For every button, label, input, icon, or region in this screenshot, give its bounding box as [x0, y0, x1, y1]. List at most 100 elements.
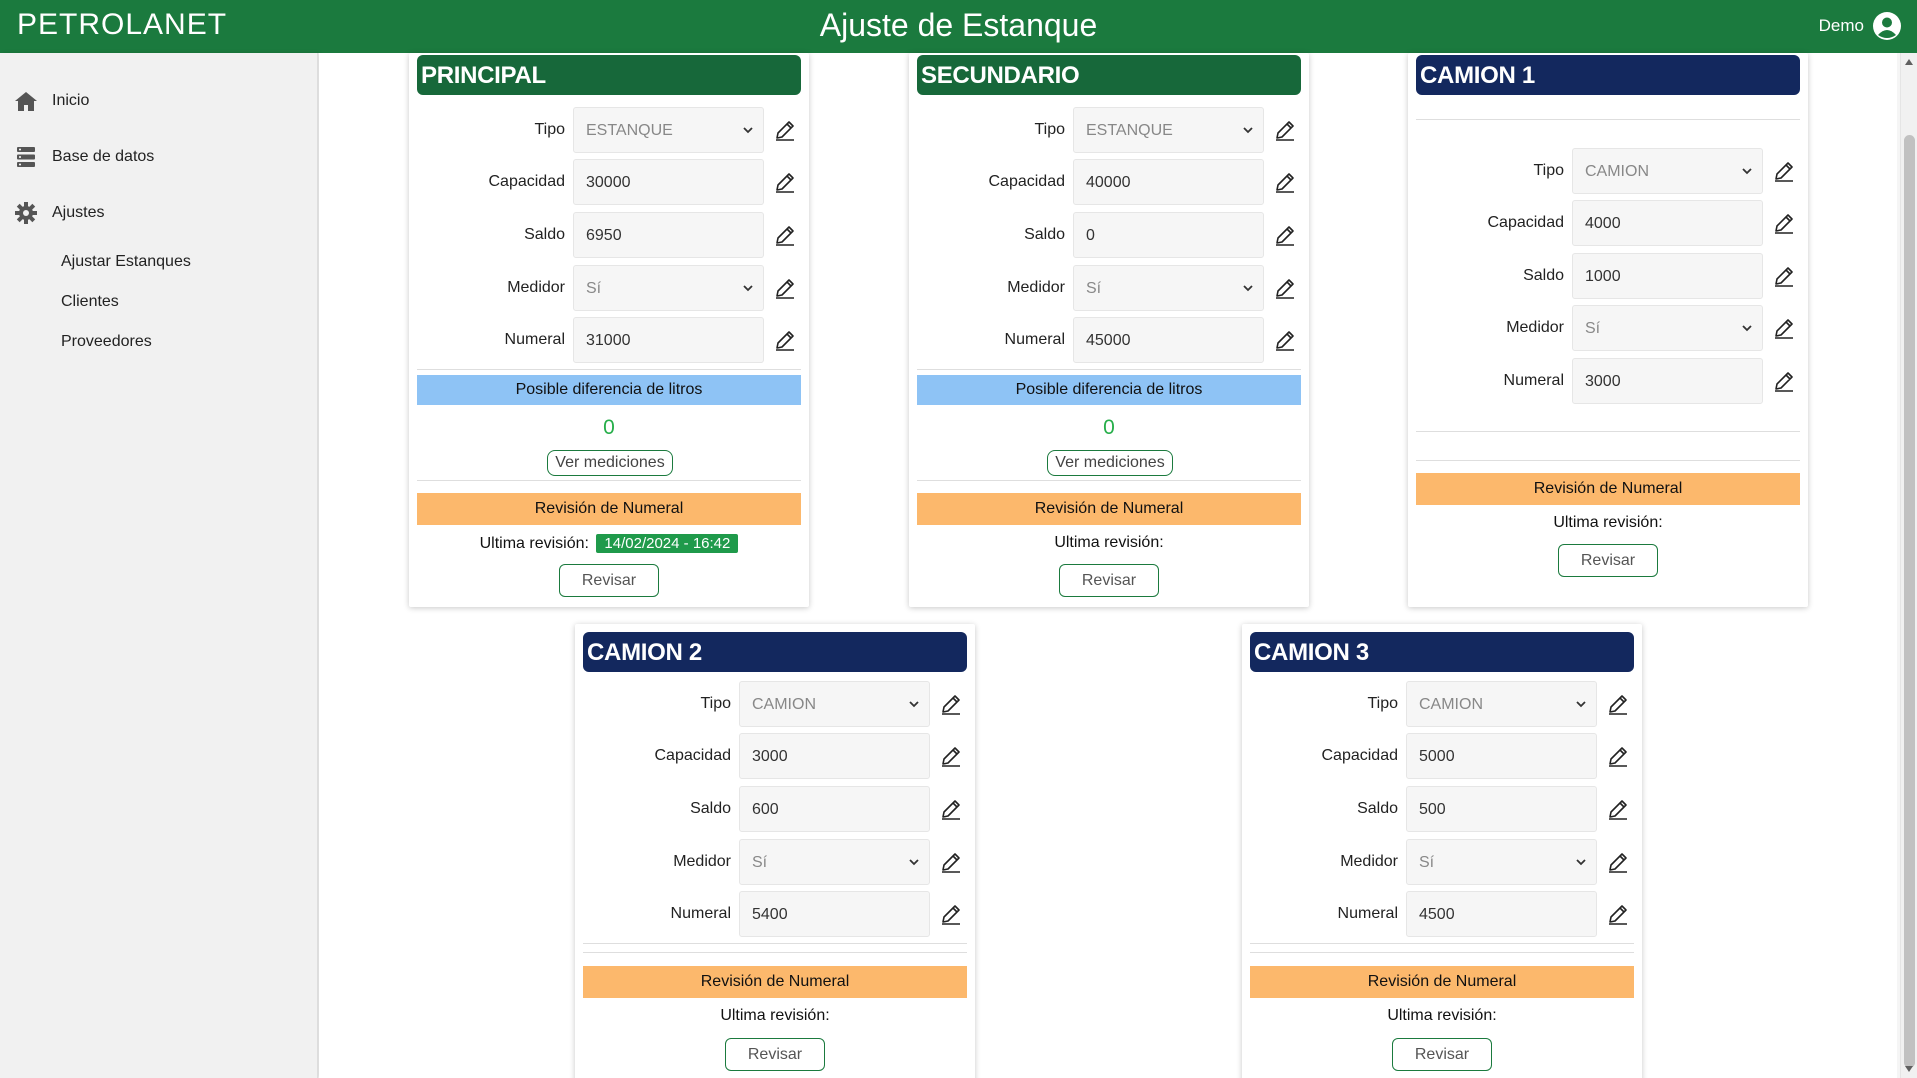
- divider: [917, 369, 1301, 370]
- capacidad-input[interactable]: 3000: [739, 733, 930, 779]
- scrollbar-thumb[interactable]: [1904, 135, 1915, 1068]
- edit-pencil-icon[interactable]: [940, 693, 962, 715]
- capacidad-label: Capacidad: [488, 173, 566, 190]
- tipo-label: Tipo: [700, 695, 731, 712]
- edit-pencil-icon[interactable]: [774, 119, 796, 141]
- edit-pencil-icon[interactable]: [1274, 119, 1296, 141]
- edit-pencil-icon[interactable]: [1274, 171, 1296, 193]
- edit-pencil-icon[interactable]: [940, 745, 962, 767]
- diferencia-value: 0: [603, 416, 615, 439]
- sidebar-item-label: Base de datos: [52, 148, 155, 165]
- edit-pencil-icon[interactable]: [1274, 277, 1296, 299]
- revisar-button[interactable]: Revisar: [1059, 564, 1159, 597]
- medidor-row: Medidor Sí: [917, 264, 1301, 312]
- tipo-select[interactable]: CAMION: [1406, 681, 1597, 727]
- tipo-select[interactable]: CAMION: [1572, 148, 1763, 194]
- top-bar: PETROLANET Ajuste de Estanque Demo: [0, 0, 1917, 53]
- tipo-label: Tipo: [1533, 162, 1564, 179]
- edit-pencil-icon[interactable]: [774, 277, 796, 299]
- edit-pencil-icon[interactable]: [1607, 851, 1629, 873]
- edit-pencil-icon[interactable]: [1773, 370, 1795, 392]
- page-title: Ajuste de Estanque: [819, 7, 1098, 43]
- user-menu[interactable]: Demo: [1819, 11, 1902, 41]
- medidor-label: Medidor: [1506, 319, 1564, 336]
- edit-pencil-icon[interactable]: [1773, 265, 1795, 287]
- scroll-up-arrow-icon[interactable]: [1905, 59, 1913, 65]
- page-scrollbar[interactable]: [1900, 53, 1917, 1078]
- tank-card-camion-3: CAMION 3 Tipo CAMION Capacidad 5000 Sald…: [1242, 624, 1642, 1078]
- chevron-down-icon: [1243, 127, 1253, 134]
- sidebar-subitem-ajustar-estanques[interactable]: Ajustar Estanques: [61, 253, 191, 271]
- edit-pencil-icon[interactable]: [1607, 798, 1629, 820]
- numeral-input[interactable]: 5400: [739, 891, 930, 937]
- edit-pencil-icon[interactable]: [774, 171, 796, 193]
- user-avatar-icon[interactable]: [1872, 11, 1902, 41]
- divider: [1416, 431, 1800, 432]
- user-name: Demo: [1818, 16, 1864, 35]
- saldo-label: Saldo: [1523, 267, 1564, 284]
- tipo-select[interactable]: ESTANQUE: [1073, 107, 1264, 153]
- ver-mediciones-button[interactable]: Ver mediciones: [547, 450, 673, 476]
- numeral-input[interactable]: 31000: [573, 317, 764, 363]
- medidor-row: Medidor Sí: [1250, 838, 1634, 886]
- tipo-select[interactable]: ESTANQUE: [573, 107, 764, 153]
- saldo-input[interactable]: 500: [1406, 786, 1597, 832]
- numeral-input[interactable]: 4500: [1406, 891, 1597, 937]
- edit-pencil-icon[interactable]: [1607, 903, 1629, 925]
- scroll-down-arrow-icon[interactable]: [1905, 1066, 1913, 1072]
- capacidad-input[interactable]: 40000: [1073, 159, 1264, 205]
- divider: [917, 480, 1301, 481]
- capacidad-input[interactable]: 5000: [1406, 733, 1597, 779]
- medidor-row: Medidor Sí: [417, 264, 801, 312]
- edit-pencil-icon[interactable]: [940, 851, 962, 873]
- revisar-button[interactable]: Revisar: [725, 1038, 825, 1071]
- saldo-input[interactable]: 600: [739, 786, 930, 832]
- sidebar-item-label: Ajustes: [52, 204, 105, 221]
- capacidad-input[interactable]: 30000: [573, 159, 764, 205]
- numeral-label: Numeral: [1337, 905, 1398, 922]
- sidebar-item-inicio[interactable]: Inicio: [14, 89, 89, 113]
- edit-pencil-icon[interactable]: [1274, 329, 1296, 351]
- revision-numeral-bar: Revisión de Numeral: [583, 966, 967, 998]
- sidebar-item-ajustes[interactable]: Ajustes: [14, 201, 104, 225]
- database-icon: [14, 145, 38, 169]
- edit-pencil-icon[interactable]: [774, 224, 796, 246]
- edit-pencil-icon[interactable]: [1773, 160, 1795, 182]
- ver-mediciones-button[interactable]: Ver mediciones: [1047, 450, 1173, 476]
- saldo-input[interactable]: 1000: [1572, 253, 1763, 299]
- saldo-label: Saldo: [690, 800, 731, 817]
- capacidad-row: Capacidad 30000: [417, 158, 801, 206]
- ultima-revision: Ultima revisión:: [917, 534, 1301, 552]
- edit-pencil-icon[interactable]: [940, 798, 962, 820]
- revisar-button[interactable]: Revisar: [1392, 1038, 1492, 1071]
- revision-numeral-bar: Revisión de Numeral: [1250, 966, 1634, 998]
- edit-pencil-icon[interactable]: [1773, 317, 1795, 339]
- edit-pencil-icon[interactable]: [1607, 745, 1629, 767]
- sidebar-item-base-de-datos[interactable]: Base de datos: [14, 145, 154, 169]
- capacidad-input[interactable]: 4000: [1572, 200, 1763, 246]
- numeral-row: Numeral 3000: [1416, 357, 1800, 405]
- sidebar-subitem-clientes[interactable]: Clientes: [61, 293, 119, 311]
- medidor-select[interactable]: Sí: [1572, 305, 1763, 351]
- edit-pencil-icon[interactable]: [1607, 693, 1629, 715]
- edit-pencil-icon[interactable]: [940, 903, 962, 925]
- medidor-select[interactable]: Sí: [573, 265, 764, 311]
- sidebar-item-label: Inicio: [52, 92, 90, 109]
- saldo-input[interactable]: 6950: [573, 212, 764, 258]
- edit-pencil-icon[interactable]: [1274, 224, 1296, 246]
- revisar-button[interactable]: Revisar: [1558, 544, 1658, 577]
- edit-pencil-icon[interactable]: [774, 329, 796, 351]
- medidor-label: Medidor: [1007, 279, 1065, 296]
- sidebar-subitem-proveedores[interactable]: Proveedores: [61, 333, 152, 351]
- saldo-input[interactable]: 0: [1073, 212, 1264, 258]
- saldo-label: Saldo: [524, 226, 565, 243]
- numeral-input[interactable]: 45000: [1073, 317, 1264, 363]
- saldo-row: Saldo 0: [917, 211, 1301, 259]
- medidor-select[interactable]: Sí: [1073, 265, 1264, 311]
- medidor-select[interactable]: Sí: [739, 839, 930, 885]
- medidor-select[interactable]: Sí: [1406, 839, 1597, 885]
- numeral-input[interactable]: 3000: [1572, 358, 1763, 404]
- revisar-button[interactable]: Revisar: [559, 564, 659, 597]
- tipo-select[interactable]: CAMION: [739, 681, 930, 727]
- edit-pencil-icon[interactable]: [1773, 212, 1795, 234]
